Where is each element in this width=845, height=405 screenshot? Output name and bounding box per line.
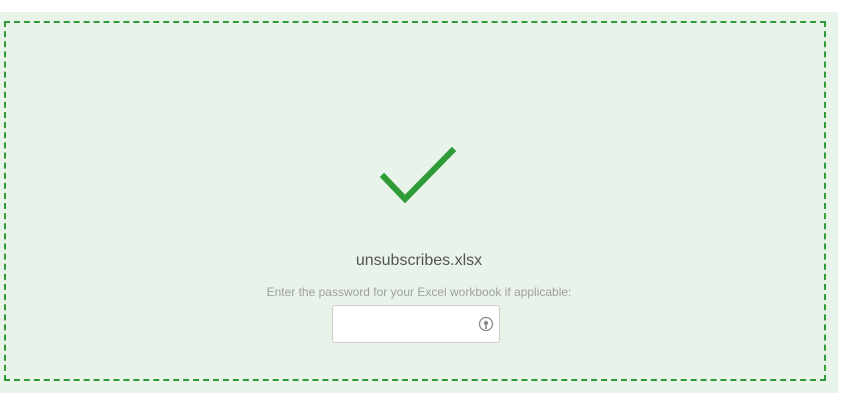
password-input[interactable] bbox=[333, 306, 473, 342]
file-name: unsubscribes.xlsx bbox=[355, 252, 483, 269]
checkmark-icon bbox=[380, 147, 456, 204]
password-field[interactable] bbox=[332, 305, 500, 343]
eye-icon[interactable] bbox=[478, 316, 494, 332]
password-hint: Enter the password for your Excel workbo… bbox=[266, 285, 572, 299]
upload-panel: unsubscribes.xlsx Enter the password for… bbox=[0, 12, 838, 393]
